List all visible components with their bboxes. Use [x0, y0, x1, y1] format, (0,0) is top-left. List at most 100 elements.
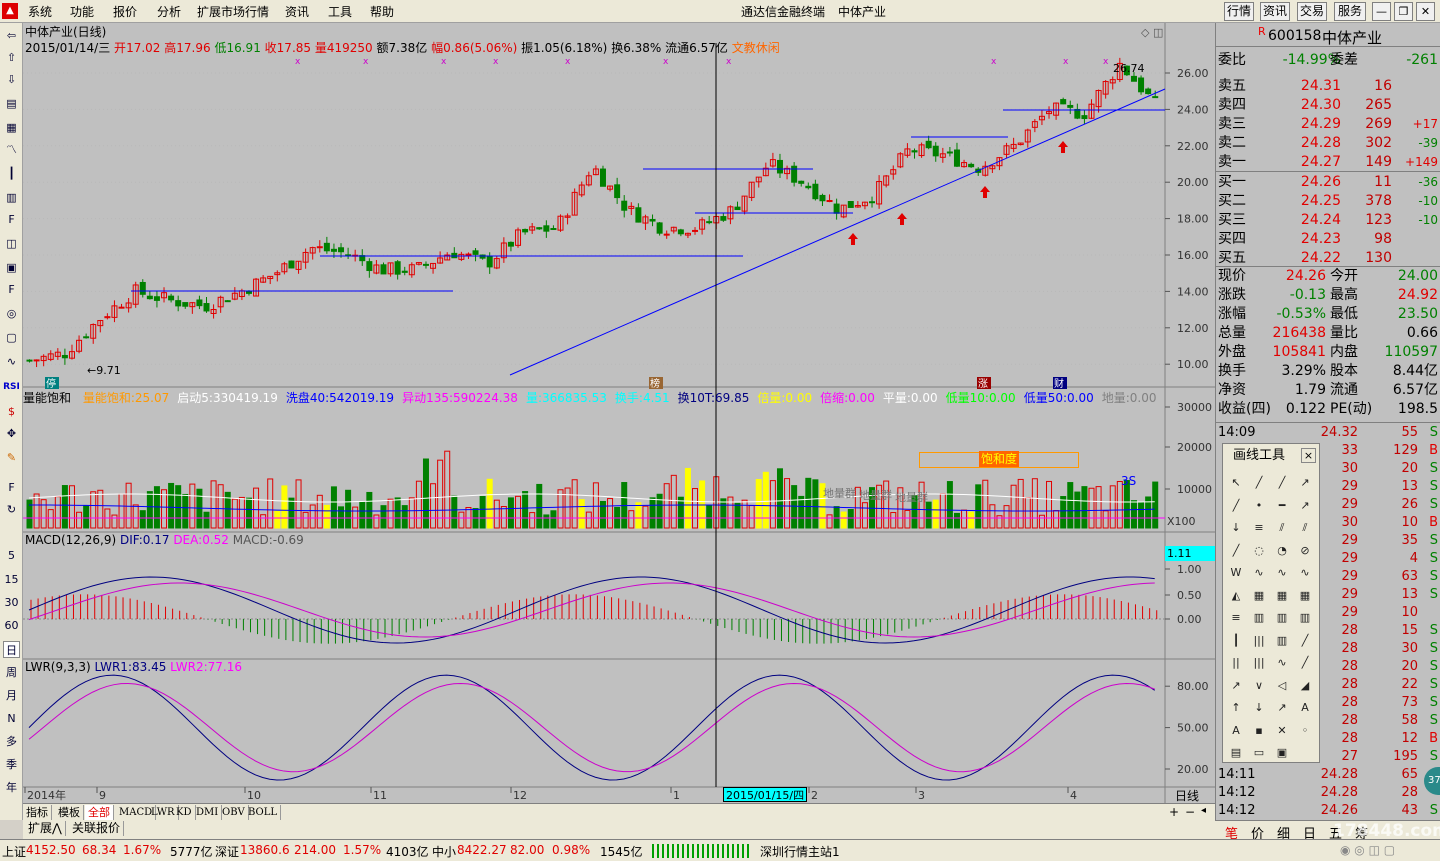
period-season[interactable]: 季	[3, 756, 20, 773]
draw-tool-icon[interactable]: ▣	[1273, 744, 1291, 762]
draw-tool-icon[interactable]: ⫽	[1296, 519, 1314, 537]
chart-options-icon[interactable]: ◇ ◫	[1141, 26, 1163, 39]
money-icon[interactable]: $	[3, 403, 20, 420]
draw-tool-icon[interactable]: ∿	[1296, 564, 1314, 582]
period-week[interactable]: 周	[3, 664, 20, 681]
tab-extend[interactable]: 扩展⋀	[25, 821, 66, 836]
draw-tool-icon[interactable]: ╱	[1296, 654, 1314, 672]
kline-chart-area[interactable]: 26.00 24.00 22.00 20.00 18.00 16.00 14.00 12.00…	[23, 23, 1215, 820]
news-button[interactable]: 资讯	[1260, 2, 1290, 21]
draw-tool-icon[interactable]: ━	[1273, 497, 1291, 515]
bid-row-1[interactable]: 买一 24.26 11 -36	[1216, 173, 1440, 192]
period-60min[interactable]: 60	[3, 617, 20, 634]
menu-extended-market[interactable]: 扩展市场行情	[197, 3, 269, 20]
draw-tool-icon[interactable]: ◭	[1227, 587, 1245, 605]
draw-tool-icon[interactable]: ↗	[1296, 497, 1314, 515]
scroll-left-icon[interactable]: ◂	[1201, 805, 1206, 816]
draw-tool-icon[interactable]: ╱	[1250, 474, 1268, 492]
multi-window-icon[interactable]: ▥	[3, 189, 20, 206]
draw-tool-icon[interactable]: ◢	[1296, 677, 1314, 695]
period-15min[interactable]: 15	[3, 571, 20, 588]
period-month[interactable]: 月	[3, 687, 20, 704]
draw-tool-icon[interactable]: ✕	[1273, 722, 1291, 740]
period-30min[interactable]: 30	[3, 594, 20, 611]
tab-template[interactable]: 模板	[55, 805, 84, 820]
tray-icons[interactable]: ◉ ◎ ◫ ▢	[1340, 843, 1395, 857]
draw-tool-icon[interactable]: ≡	[1250, 519, 1268, 537]
tab-dmi[interactable]: DMI	[193, 805, 223, 820]
draw-tool-icon[interactable]: ∿	[1273, 564, 1291, 582]
menu-function[interactable]: 功能	[70, 3, 94, 20]
draw-tool-icon[interactable]: ∿	[1250, 564, 1268, 582]
draw-tool-icon[interactable]: ▥	[1250, 609, 1268, 627]
draw-tool-icon[interactable]: ↗	[1227, 677, 1245, 695]
period-5min[interactable]: 5	[3, 547, 20, 564]
draw-tool-icon[interactable]: ◔	[1273, 542, 1291, 560]
server-name[interactable]: 深圳行情主站1	[760, 843, 840, 860]
indicator-icon[interactable]: ∿	[3, 353, 20, 370]
draw-tool-icon[interactable]: ┃	[1227, 632, 1245, 650]
draw-tool-icon[interactable]: ▪	[1250, 722, 1268, 740]
draw-tool-icon[interactable]: •	[1250, 497, 1268, 515]
draw-tool-icon[interactable]: ╱	[1273, 474, 1291, 492]
move-icon[interactable]: ✥	[3, 425, 20, 442]
chart-canvas[interactable]: 26.0024.0022.0020.0018.0016.0014.0012.00…	[23, 23, 1215, 803]
draw-tool-icon[interactable]: ↗	[1273, 699, 1291, 717]
close-icon[interactable]: ✕	[1416, 2, 1435, 21]
tab-related-quote[interactable]: 关联报价	[69, 821, 125, 836]
quote-button[interactable]: 行情	[1224, 2, 1254, 21]
draw-tool-icon[interactable]: ▤	[1227, 744, 1245, 762]
f10-icon[interactable]: F	[3, 211, 20, 228]
table-icon[interactable]: ▦	[3, 119, 20, 136]
tab-all[interactable]: 全部	[85, 805, 114, 820]
draw-tool-icon[interactable]: ◁	[1273, 677, 1291, 695]
draw-tool-icon[interactable]: W	[1227, 564, 1245, 582]
down-arrow-icon[interactable]: ⇩	[3, 71, 20, 88]
draw-tool-icon[interactable]: ↓	[1227, 519, 1245, 537]
draw-tool-icon[interactable]: ∿	[1273, 654, 1291, 672]
finance-icon[interactable]: F	[3, 281, 20, 298]
ask-row-1[interactable]: 卖五 24.31 16	[1216, 77, 1440, 96]
menu-help[interactable]: 帮助	[370, 3, 394, 20]
draw-tool-icon[interactable]: ≡	[1227, 609, 1245, 627]
fs-icon[interactable]: F	[3, 479, 20, 496]
period-day[interactable]: 日	[3, 641, 20, 658]
draw-tool-icon[interactable]: ╱	[1227, 542, 1245, 560]
zoom-out-icon[interactable]: −	[1185, 805, 1195, 819]
ask-row-2[interactable]: 卖四 24.30 265	[1216, 96, 1440, 115]
pencil-icon[interactable]: ✎	[3, 449, 20, 466]
draw-tool-icon[interactable]: ◌	[1250, 542, 1268, 560]
draw-tool-icon[interactable]: ||	[1227, 654, 1245, 672]
draw-tool-icon[interactable]: |||	[1250, 654, 1268, 672]
draw-tool-icon[interactable]: |||	[1250, 632, 1268, 650]
news-icon[interactable]: ◫	[3, 235, 20, 252]
draw-tool-icon[interactable]: ▦	[1250, 587, 1268, 605]
draw-tool-icon[interactable]: ▥	[1273, 632, 1291, 650]
draw-tool-icon[interactable]: ↗	[1296, 474, 1314, 492]
draw-tool-icon[interactable]: ↑	[1227, 699, 1245, 717]
ask-row-5[interactable]: 卖一 24.27 149 +149	[1216, 153, 1440, 172]
zoom-in-icon[interactable]: +	[1169, 805, 1179, 819]
draw-tool-icon[interactable]: ╱	[1296, 632, 1314, 650]
menu-news[interactable]: 资讯	[285, 3, 309, 20]
draw-tool-icon[interactable]: ▭	[1250, 744, 1268, 762]
minimize-icon[interactable]: —	[1372, 2, 1391, 21]
draw-tool-icon[interactable]: ▦	[1273, 587, 1291, 605]
compare-icon[interactable]: ◎	[3, 305, 20, 322]
refresh-icon[interactable]: ↻	[3, 501, 20, 518]
draw-tool-icon[interactable]: ▥	[1273, 609, 1291, 627]
rsi-icon[interactable]: RSI	[3, 379, 20, 396]
draw-tool-icon[interactable]: ▥	[1296, 609, 1314, 627]
ask-row-3[interactable]: 卖三 24.29 269 +17	[1216, 115, 1440, 134]
ask-row-4[interactable]: 卖二 24.28 302 -39	[1216, 134, 1440, 153]
restore-icon[interactable]: ❐	[1394, 2, 1413, 21]
menu-analysis[interactable]: 分析	[157, 3, 181, 20]
report-icon[interactable]: ▣	[3, 259, 20, 276]
draw-tool-panel[interactable]: 画线工具 × ↖ ╱ ╱ ↗ ╱ • ━ ↗ ↓ ≡ ⫽ ⫽ ╱ ◌ ◔ ⊘ W ∿ ∿ ∿ ◭ ▦ ▦ ▦ ≡ ▥ ▥ ▥ ┃ ||| ▥…	[1222, 443, 1320, 763]
service-button[interactable]: 服务	[1334, 2, 1366, 21]
up-arrow-icon[interactable]: ⇧	[3, 49, 20, 66]
tab-boll[interactable]: BOLL	[245, 805, 282, 820]
bid-row-2[interactable]: 买二 24.25 378 -10	[1216, 192, 1440, 211]
period-n[interactable]: N	[3, 710, 20, 727]
draw-tool-icon[interactable]: ⊘	[1296, 542, 1314, 560]
